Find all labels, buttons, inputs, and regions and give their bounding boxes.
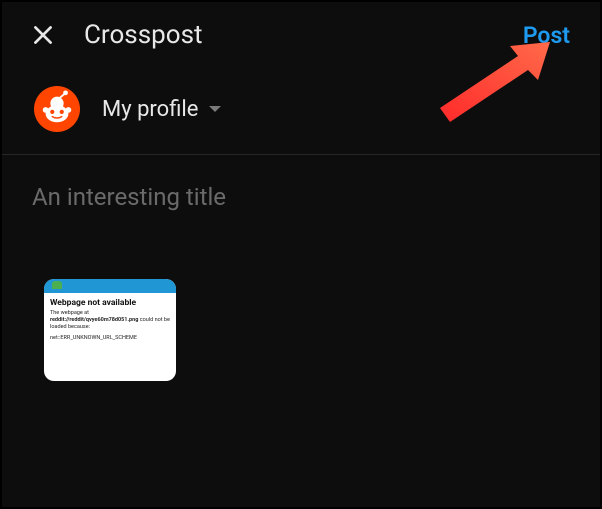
destination-label: My profile: [102, 97, 198, 122]
preview-heading: Webpage not available: [50, 298, 170, 308]
close-icon[interactable]: [30, 22, 56, 48]
preview-area: Webpage not available The webpage at red…: [2, 221, 600, 401]
title-placeholder: An interesting title: [32, 183, 226, 211]
header-bar: Crosspost Post: [2, 2, 600, 68]
title-input[interactable]: An interesting title: [2, 155, 600, 221]
preview-body: The webpage at reddit://reddit/qvye60m78…: [50, 310, 170, 331]
preview-error: net::ERR_UNKNOWN_URL_SCHEME: [50, 335, 170, 342]
preview-topbar: [44, 279, 176, 293]
avatar: [34, 86, 80, 132]
page-title: Crosspost: [84, 20, 495, 50]
destination-selector[interactable]: My profile: [102, 97, 222, 122]
preview-content: Webpage not available The webpage at red…: [44, 293, 176, 351]
destination-selector-row: My profile: [2, 68, 600, 155]
chevron-down-icon: [208, 104, 222, 114]
post-button[interactable]: Post: [523, 22, 580, 49]
preview-thumbnail[interactable]: Webpage not available The webpage at red…: [44, 279, 176, 381]
